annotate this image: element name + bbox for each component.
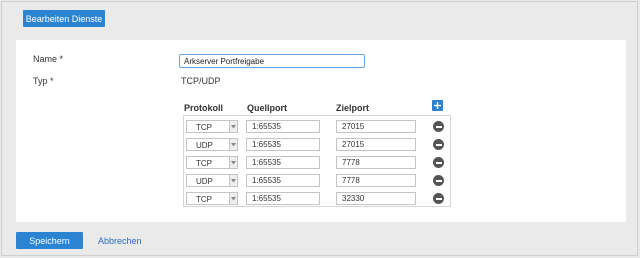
remove-row-button[interactable] [433,157,444,168]
form-panel: Name * Typ * TCP/UDP Protokoll Quellport… [16,40,626,222]
plus-icon [434,102,441,109]
remove-row-button[interactable] [433,175,444,186]
dest-port-input[interactable]: 7778 [336,156,416,169]
name-label: Name * [33,54,64,64]
protocol-select-value: TCP [196,123,212,132]
type-label: Typ * [33,76,54,86]
protocol-select[interactable]: TCP [186,192,238,205]
table-row: UDP 1:65535 7778 [184,174,450,187]
protocol-select-value: TCP [196,159,212,168]
minus-circle-icon [435,125,442,128]
table-row: TCP 1:65535 7778 [184,156,450,169]
chevron-down-icon [229,121,237,132]
source-port-input[interactable]: 1:65535 [246,174,320,187]
minus-circle-icon [435,143,442,146]
column-protocol: Protokoll [184,103,224,113]
name-input[interactable] [179,54,365,68]
chevron-down-icon [229,175,237,186]
source-port-input[interactable]: 1:65535 [246,138,320,151]
dest-port-input[interactable]: 32330 [336,192,416,205]
source-port-input[interactable]: 1:65535 [246,192,320,205]
source-port-input[interactable]: 1:65535 [246,156,320,169]
chevron-down-icon [229,193,237,204]
protocol-select-value: UDP [196,141,213,150]
dialog-frame: Bearbeiten Dienste Name * Typ * TCP/UDP … [1,1,638,256]
chevron-down-icon [229,157,237,168]
remove-row-button[interactable] [433,193,444,204]
add-row-button[interactable] [432,100,443,111]
remove-row-button[interactable] [433,139,444,150]
table-row: TCP 1:65535 27015 [184,120,450,133]
minus-circle-icon [435,197,442,200]
minus-circle-icon [435,179,442,182]
protocol-select-value: TCP [196,195,212,204]
column-dest-port: Zielport [336,103,369,113]
cancel-link[interactable]: Abbrechen [98,236,142,246]
header-title-button[interactable]: Bearbeiten Dienste [23,10,105,27]
protocol-select[interactable]: UDP [186,174,238,187]
protocol-select-value: UDP [196,177,213,186]
protocol-select[interactable]: TCP [186,156,238,169]
type-value: TCP/UDP [181,76,221,86]
protocol-select[interactable]: TCP [186,120,238,133]
dest-port-input[interactable]: 27015 [336,120,416,133]
save-button[interactable]: Speichern [16,232,83,249]
dest-port-input[interactable]: 7778 [336,174,416,187]
port-rules-table: TCP 1:65535 27015 UDP 1:65535 27015 TCP 1:65535… [183,115,451,207]
table-row: UDP 1:65535 27015 [184,138,450,151]
chevron-down-icon [229,139,237,150]
source-port-input[interactable]: 1:65535 [246,120,320,133]
dest-port-input[interactable]: 27015 [336,138,416,151]
remove-row-button[interactable] [433,121,444,132]
column-source-port: Quellport [247,103,287,113]
minus-circle-icon [435,161,442,164]
table-row: TCP 1:65535 32330 [184,192,450,205]
protocol-select[interactable]: UDP [186,138,238,151]
